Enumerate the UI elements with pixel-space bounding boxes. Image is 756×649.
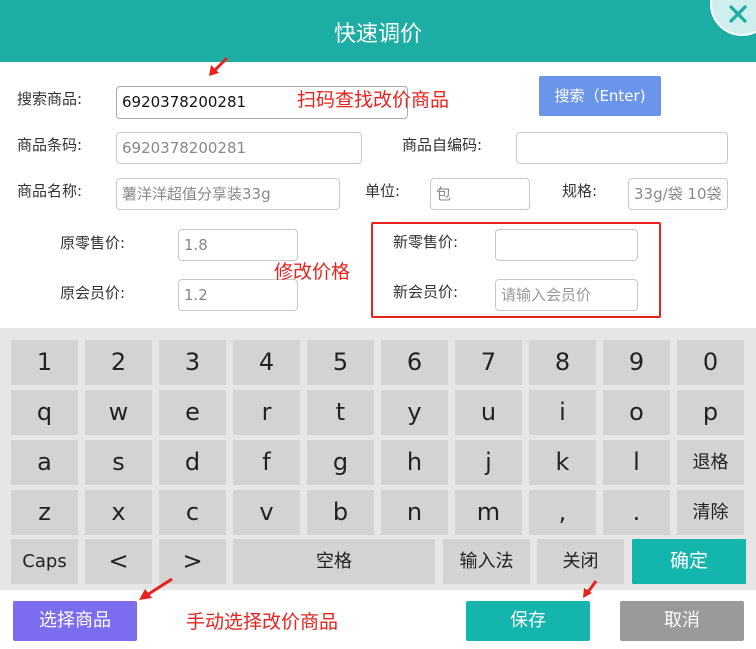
- key-m[interactable]: m: [455, 490, 522, 535]
- new-retail-label: 新零售价:: [393, 233, 459, 251]
- key-q[interactable]: q: [11, 390, 78, 435]
- key-o[interactable]: o: [603, 390, 670, 435]
- unit-label: 单位:: [365, 182, 401, 200]
- select-product-button[interactable]: 选择商品: [13, 601, 137, 641]
- close-keyboard-key[interactable]: 关闭: [537, 539, 624, 584]
- key-period[interactable]: .: [603, 490, 670, 535]
- new-member-input[interactable]: 请输入会员价: [495, 279, 638, 311]
- key-4[interactable]: 4: [233, 340, 300, 385]
- key-y[interactable]: y: [381, 390, 448, 435]
- key-u[interactable]: u: [455, 390, 522, 435]
- key-c[interactable]: c: [159, 490, 226, 535]
- key-l[interactable]: l: [603, 440, 670, 485]
- annotation-scan: 扫码查找改价商品: [297, 89, 450, 111]
- key-d[interactable]: d: [159, 440, 226, 485]
- product-form: 搜索商品: 6920378200281 搜索（Enter) 商品条码: 6920…: [0, 56, 756, 328]
- arrow-icon: [209, 56, 229, 76]
- key-3[interactable]: 3: [159, 340, 226, 385]
- key-t[interactable]: t: [307, 390, 374, 435]
- arrow-icon: [139, 577, 173, 600]
- unit-field[interactable]: 包: [430, 178, 530, 210]
- search-button[interactable]: 搜索（Enter): [539, 76, 661, 116]
- key-0[interactable]: 0: [677, 340, 744, 385]
- key-b[interactable]: b: [307, 490, 374, 535]
- spec-field[interactable]: 33g/袋 10袋: [628, 178, 728, 210]
- arrow-icon: [583, 580, 598, 598]
- clear-key[interactable]: 清除: [677, 490, 744, 535]
- key-s[interactable]: s: [85, 440, 152, 485]
- key-7[interactable]: 7: [455, 340, 522, 385]
- old-member-label: 原会员价:: [60, 284, 126, 302]
- bottom-action-bar: 选择商品 手动选择改价商品 保存 取消: [0, 577, 756, 649]
- key-a[interactable]: a: [11, 440, 78, 485]
- key-k[interactable]: k: [529, 440, 596, 485]
- key-6[interactable]: 6: [381, 340, 448, 385]
- key-e[interactable]: e: [159, 390, 226, 435]
- name-field[interactable]: 薯洋洋超值分享装33g: [116, 178, 340, 210]
- key-r[interactable]: r: [233, 390, 300, 435]
- key-comma[interactable]: ,: [529, 490, 596, 535]
- new-retail-input[interactable]: [495, 229, 638, 261]
- annotation-manual: 手动选择改价商品: [186, 611, 339, 633]
- close-icon[interactable]: [726, 2, 750, 26]
- key-1[interactable]: 1: [11, 340, 78, 385]
- key-w[interactable]: w: [85, 390, 152, 435]
- spec-label: 规格:: [562, 182, 598, 200]
- old-retail-label: 原零售价:: [60, 234, 126, 252]
- key-n[interactable]: n: [381, 490, 448, 535]
- key-j[interactable]: j: [455, 440, 522, 485]
- cancel-button[interactable]: 取消: [620, 601, 744, 641]
- key-8[interactable]: 8: [529, 340, 596, 385]
- dialog-header: 快速调价: [0, 0, 756, 62]
- key-x[interactable]: x: [85, 490, 152, 535]
- confirm-key[interactable]: 确定: [632, 539, 746, 584]
- ime-key[interactable]: 输入法: [443, 539, 530, 584]
- dialog-title: 快速调价: [333, 22, 422, 47]
- new-member-label: 新会员价:: [393, 283, 459, 301]
- barcode-field[interactable]: 6920378200281: [116, 132, 362, 164]
- key-5[interactable]: 5: [307, 340, 374, 385]
- search-label: 搜索商品:: [17, 90, 83, 108]
- self-code-field[interactable]: [516, 132, 728, 164]
- space-key[interactable]: 空格: [233, 539, 435, 584]
- key-p[interactable]: p: [677, 390, 744, 435]
- key-f[interactable]: f: [233, 440, 300, 485]
- save-button[interactable]: 保存: [466, 601, 590, 641]
- key-g[interactable]: g: [307, 440, 374, 485]
- caps-key[interactable]: Caps: [11, 539, 78, 584]
- barcode-label: 商品条码:: [17, 136, 83, 154]
- virtual-keyboard: 1 2 3 4 5 6 7 8 9 0 q w e r t y u i o p …: [0, 328, 756, 590]
- key-2[interactable]: 2: [85, 340, 152, 385]
- key-v[interactable]: v: [233, 490, 300, 535]
- key-h[interactable]: h: [381, 440, 448, 485]
- key-z[interactable]: z: [11, 490, 78, 535]
- backspace-key[interactable]: 退格: [677, 440, 744, 485]
- name-label: 商品名称:: [17, 182, 83, 200]
- key-i[interactable]: i: [529, 390, 596, 435]
- self-code-label: 商品自编码:: [402, 136, 483, 154]
- new-member-placeholder: 请输入会员价: [501, 286, 592, 304]
- key-9[interactable]: 9: [603, 340, 670, 385]
- annotation-modify: 修改价格: [274, 261, 351, 283]
